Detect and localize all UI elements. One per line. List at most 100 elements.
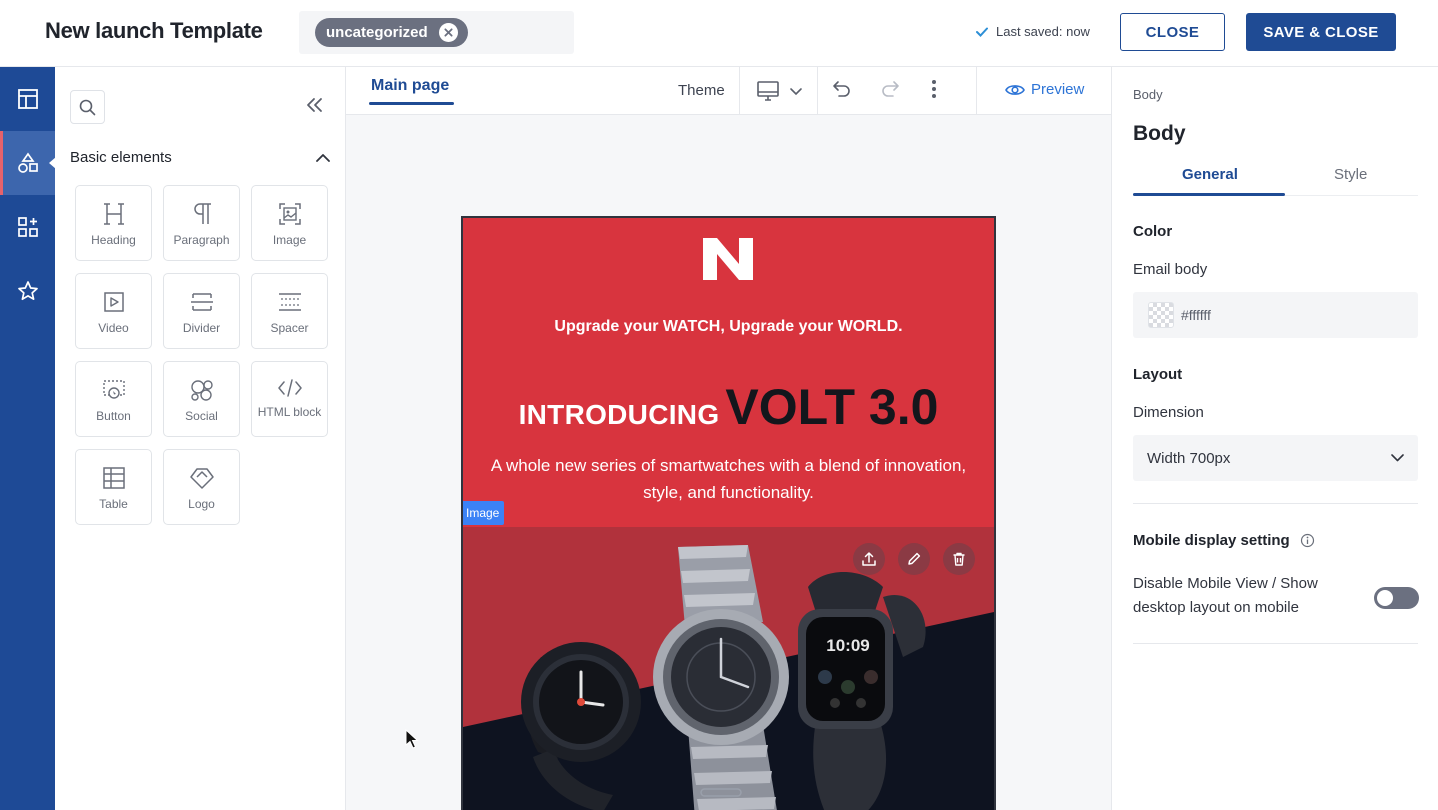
tile-video[interactable]: Video: [75, 273, 152, 349]
brand-logo[interactable]: [703, 238, 753, 285]
product-image-block[interactable]: 10:09: [463, 527, 994, 810]
device-select[interactable]: [756, 80, 804, 107]
tag-field[interactable]: uncategorized: [299, 11, 574, 54]
editor-canvas[interactable]: Main page Theme Preview Upgrade your WAT…: [346, 67, 1111, 810]
mouse-cursor-icon: [405, 728, 419, 754]
rail-item-blocks[interactable]: [0, 195, 55, 259]
tile-divider[interactable]: Divider: [163, 273, 240, 349]
tile-label: HTML block: [257, 405, 322, 419]
headline-product: VOLT 3.0: [725, 379, 939, 435]
top-bar: New launch Template uncategorized Last s…: [0, 0, 1438, 67]
mobile-toggle-label: Disable Mobile View / Show desktop layou…: [1133, 575, 1318, 616]
more-vertical-icon: [932, 80, 936, 98]
spacer-icon: [278, 293, 301, 311]
email-body-label: Email body: [1133, 261, 1208, 278]
tile-label: Video: [98, 321, 129, 335]
tag-chip-label: uncategorized: [326, 24, 428, 41]
button-icon: [102, 380, 125, 399]
breadcrumb[interactable]: Body: [1133, 87, 1163, 102]
email-headline[interactable]: INTRODUCING VOLT 3.0: [463, 378, 994, 436]
headline-intro: INTRODUCING: [518, 399, 720, 430]
email-body-color-field[interactable]: #ffffff: [1133, 292, 1418, 338]
shapes-icon: [17, 152, 38, 173]
save-status-text: Last saved: now: [996, 24, 1090, 39]
upload-icon: [862, 552, 876, 566]
code-icon: [277, 379, 302, 397]
redo-button[interactable]: [880, 79, 900, 104]
undo-button[interactable]: [832, 79, 852, 104]
more-options-button[interactable]: [931, 79, 937, 104]
tile-label: Logo: [188, 497, 215, 511]
tile-spacer[interactable]: Spacer: [251, 273, 328, 349]
color-value: #ffffff: [1181, 307, 1211, 323]
tile-social[interactable]: Social: [163, 361, 240, 437]
info-icon[interactable]: [1300, 533, 1315, 548]
tile-label: Paragraph: [173, 233, 230, 247]
star-icon: [17, 281, 38, 301]
email-tagline[interactable]: Upgrade your WATCH, Upgrade your WORLD.: [463, 318, 994, 336]
paragraph-icon: [193, 203, 211, 224]
collapse-panel-button[interactable]: [306, 97, 324, 118]
remove-tag-icon[interactable]: [438, 23, 458, 42]
dimension-value: Width 700px: [1147, 449, 1231, 467]
video-icon: [103, 292, 124, 312]
search-button[interactable]: [70, 90, 105, 124]
mobile-section-header: Mobile display setting: [1133, 532, 1315, 549]
redo-icon: [882, 81, 899, 97]
rail-item-layout[interactable]: [0, 67, 55, 131]
upload-image-button[interactable]: [853, 543, 885, 575]
rail-item-elements[interactable]: [0, 131, 56, 195]
save-status: Last saved: now: [976, 24, 1090, 39]
tab-main-page[interactable]: Main page: [371, 77, 449, 95]
tile-label: Table: [99, 497, 128, 511]
pencil-icon: [908, 552, 921, 565]
save-and-close-button[interactable]: SAVE & CLOSE: [1246, 13, 1396, 51]
watch-time-text: 10:09: [826, 636, 869, 655]
dimension-select[interactable]: Width 700px: [1133, 435, 1418, 481]
toggle-knob: [1377, 590, 1393, 606]
chevron-up-icon: [316, 154, 330, 162]
undo-icon: [833, 81, 850, 97]
toolbar-divider: [739, 67, 740, 115]
tile-label: Image: [272, 233, 307, 247]
trash-icon: [953, 552, 965, 566]
tile-paragraph[interactable]: Paragraph: [163, 185, 240, 261]
template-title[interactable]: New launch Template: [45, 18, 263, 44]
rail-item-favorites[interactable]: [0, 259, 55, 323]
tab-general[interactable]: General: [1182, 166, 1238, 183]
email-description[interactable]: A whole new series of smartwatches with …: [483, 452, 974, 506]
delete-image-button[interactable]: [943, 543, 975, 575]
tile-table[interactable]: Table: [75, 449, 152, 525]
tile-html-block[interactable]: HTML block: [251, 361, 328, 437]
divider: [1133, 503, 1418, 504]
layout-icon: [17, 89, 38, 109]
toolbar-divider: [817, 67, 818, 115]
divider: [1133, 643, 1418, 644]
logo-icon: [189, 468, 214, 489]
tile-logo[interactable]: Logo: [163, 449, 240, 525]
search-icon: [79, 99, 96, 115]
theme-button[interactable]: Theme: [678, 82, 725, 99]
table-icon: [102, 467, 125, 489]
tab-style[interactable]: Style: [1334, 166, 1367, 183]
tile-image[interactable]: Image: [251, 185, 328, 261]
email-body[interactable]: Upgrade your WATCH, Upgrade your WORLD. …: [461, 216, 996, 810]
active-tab-indicator: [369, 102, 454, 105]
close-button[interactable]: CLOSE: [1120, 13, 1225, 51]
edit-image-button[interactable]: [898, 543, 930, 575]
eye-icon: [1005, 84, 1025, 95]
tile-button[interactable]: Button: [75, 361, 152, 437]
basic-elements-header[interactable]: Basic elements: [70, 149, 330, 166]
double-chevron-left-icon: [307, 98, 322, 112]
dimension-label: Dimension: [1133, 404, 1204, 421]
mobile-view-toggle[interactable]: [1374, 587, 1419, 609]
tile-heading[interactable]: Heading: [75, 185, 152, 261]
tile-label: Heading: [91, 233, 136, 247]
image-icon: [278, 203, 301, 225]
check-icon: [976, 27, 988, 37]
color-swatch[interactable]: [1148, 302, 1174, 328]
social-icon: [190, 380, 213, 401]
section-title: Basic elements: [70, 149, 172, 166]
image-actions: [853, 543, 975, 575]
preview-button[interactable]: Preview: [1005, 81, 1084, 98]
